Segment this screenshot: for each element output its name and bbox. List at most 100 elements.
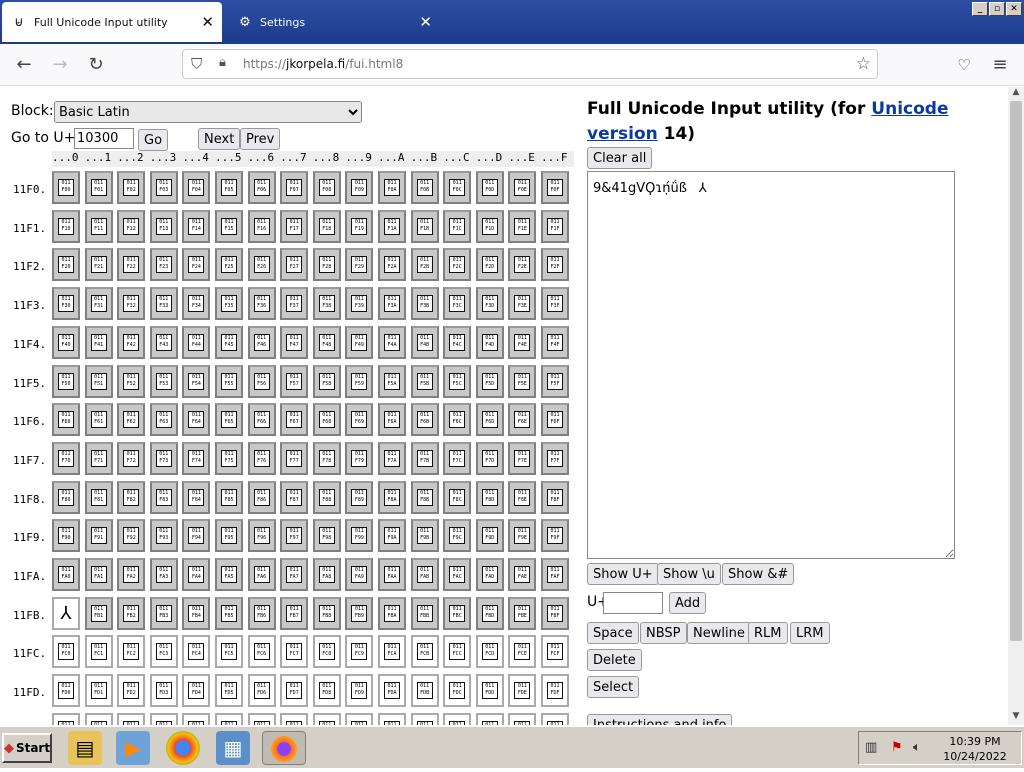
character-cell[interactable]: 011FEE [508, 713, 536, 725]
character-cell[interactable]: 011F8F [541, 481, 569, 514]
character-cell[interactable]: 011FB7 [280, 597, 308, 630]
character-cell[interactable]: 011FE5 [215, 713, 243, 725]
character-cell[interactable]: 011F7A [378, 442, 406, 475]
page-scrollbar[interactable]: ▲ ▼ [1008, 87, 1024, 725]
show-uplus-button[interactable]: Show U+ [587, 563, 659, 585]
character-cell[interactable]: 011FB6 [248, 597, 276, 630]
character-cell[interactable]: 011FE1 [85, 713, 113, 725]
character-cell[interactable]: 011FB4 [182, 597, 210, 630]
character-cell[interactable]: 011F6E [508, 403, 536, 436]
character-cell[interactable]: 011F58 [313, 365, 341, 398]
character-cell[interactable]: 011F1A [378, 210, 406, 243]
character-cell[interactable]: 011F06 [248, 171, 276, 204]
character-cell[interactable]: 011F4B [411, 326, 439, 359]
character-cell[interactable]: 011FA0 [52, 558, 80, 591]
character-cell[interactable]: 011FE6 [248, 713, 276, 725]
character-cell[interactable]: 011F6C [443, 403, 471, 436]
character-cell[interactable]: 011F9A [378, 519, 406, 552]
character-cell[interactable]: 011FCB [411, 635, 439, 668]
character-cell[interactable]: 011F25 [215, 248, 243, 281]
instructions-button[interactable]: Instructions and info [587, 714, 732, 725]
minimize-button[interactable]: _ [972, 2, 988, 16]
character-cell[interactable]: 011F32 [117, 287, 145, 320]
character-cell[interactable]: 011FE4 [182, 713, 210, 725]
character-cell[interactable]: 011F96 [248, 519, 276, 552]
character-cell[interactable]: 011F26 [248, 248, 276, 281]
pocket-icon[interactable]: ♡ [952, 53, 976, 77]
chrome-icon[interactable] [166, 731, 200, 765]
character-cell[interactable]: 011F80 [52, 481, 80, 514]
character-cell[interactable]: 011FD2 [117, 674, 145, 707]
go-button[interactable]: Go [138, 129, 168, 151]
character-cell[interactable]: 011F03 [150, 171, 178, 204]
character-cell[interactable]: 011F92 [117, 519, 145, 552]
menu-icon[interactable]: ≡ [988, 53, 1012, 77]
character-cell[interactable]: 011FCD [476, 635, 504, 668]
character-cell[interactable]: 011FCC [443, 635, 471, 668]
character-cell[interactable]: 011F70 [52, 442, 80, 475]
character-cell[interactable]: 011FA5 [215, 558, 243, 591]
character-cell[interactable]: 011F13 [150, 210, 178, 243]
character-cell[interactable]: 011F39 [345, 287, 373, 320]
character-cell[interactable]: 011FEC [443, 713, 471, 725]
character-cell[interactable]: 011F72 [117, 442, 145, 475]
character-cell[interactable]: 011F3C [443, 287, 471, 320]
character-cell[interactable]: 011F6B [411, 403, 439, 436]
character-cell[interactable]: 011FC7 [280, 635, 308, 668]
forward-icon[interactable]: → [48, 53, 72, 77]
character-cell[interactable]: 011F3A [378, 287, 406, 320]
character-cell[interactable]: 011F10 [52, 210, 80, 243]
character-cell[interactable]: 011F55 [215, 365, 243, 398]
character-cell[interactable]: 011F01 [85, 171, 113, 204]
character-cell[interactable]: 011F94 [182, 519, 210, 552]
close-tab-icon[interactable]: ✕ [201, 13, 214, 31]
character-cell[interactable]: 011F1E [508, 210, 536, 243]
character-cell[interactable]: 011F69 [345, 403, 373, 436]
file-explorer-icon[interactable]: ▤ [68, 731, 102, 765]
character-cell[interactable]: 011F85 [215, 481, 243, 514]
tab-settings[interactable]: ⚙ Settings ✕ [228, 2, 440, 42]
add-button[interactable]: Add [669, 592, 706, 614]
character-cell[interactable]: 011FDF [541, 674, 569, 707]
lock-icon[interactable]: 🔒︎ [219, 55, 226, 70]
character-cell[interactable]: 011FA8 [313, 558, 341, 591]
character-cell[interactable]: 011FC5 [215, 635, 243, 668]
scroll-down-icon[interactable]: ▼ [1008, 711, 1024, 725]
character-cell[interactable]: 011F29 [345, 248, 373, 281]
url-bar[interactable]: ⛉ 🔒︎ https://jkorpela.fi/fui.html8 ☆ [182, 49, 878, 79]
character-cell[interactable]: 011FD8 [313, 674, 341, 707]
character-cell[interactable]: 011FA6 [248, 558, 276, 591]
character-cell[interactable]: 011F22 [117, 248, 145, 281]
character-cell[interactable]: 011FE2 [117, 713, 145, 725]
character-cell[interactable]: 011F67 [280, 403, 308, 436]
character-cell[interactable]: 011F51 [85, 365, 113, 398]
character-cell[interactable]: 011F66 [248, 403, 276, 436]
character-cell[interactable]: 011F09 [345, 171, 373, 204]
goto-input[interactable] [74, 128, 134, 149]
character-cell[interactable]: 011F5D [476, 365, 504, 398]
character-cell[interactable]: 011FE7 [280, 713, 308, 725]
character-cell[interactable]: 011F6A [378, 403, 406, 436]
block-select[interactable]: Basic Latin [54, 101, 362, 123]
action-center-icon[interactable]: ⚑ [891, 740, 903, 755]
character-cell[interactable]: 011FD1 [85, 674, 113, 707]
character-cell[interactable]: 011F38 [313, 287, 341, 320]
character-cell[interactable]: 011FE9 [345, 713, 373, 725]
character-cell[interactable]: 011F8A [378, 481, 406, 514]
character-cell[interactable]: 011FDE [508, 674, 536, 707]
character-cell[interactable]: 011F7B [411, 442, 439, 475]
character-cell[interactable]: 011F68 [313, 403, 341, 436]
character-cell[interactable]: 011F74 [182, 442, 210, 475]
prev-button[interactable]: Prev [240, 128, 280, 150]
output-textarea[interactable]: 9&41gVϘɿṇ́ǘßᅠ⅄ [587, 171, 955, 559]
character-cell[interactable]: 011F04 [182, 171, 210, 204]
character-cell[interactable]: 011FD0 [52, 674, 80, 707]
character-cell[interactable]: 011FBD [476, 597, 504, 630]
character-cell[interactable]: 011FAA [378, 558, 406, 591]
character-cell[interactable]: 011F23 [150, 248, 178, 281]
character-cell[interactable]: 011FD7 [280, 674, 308, 707]
network-icon[interactable]: ▥ [865, 740, 877, 755]
character-cell[interactable]: 011F95 [215, 519, 243, 552]
character-cell[interactable]: 011FC2 [117, 635, 145, 668]
character-cell[interactable]: 011FC1 [85, 635, 113, 668]
